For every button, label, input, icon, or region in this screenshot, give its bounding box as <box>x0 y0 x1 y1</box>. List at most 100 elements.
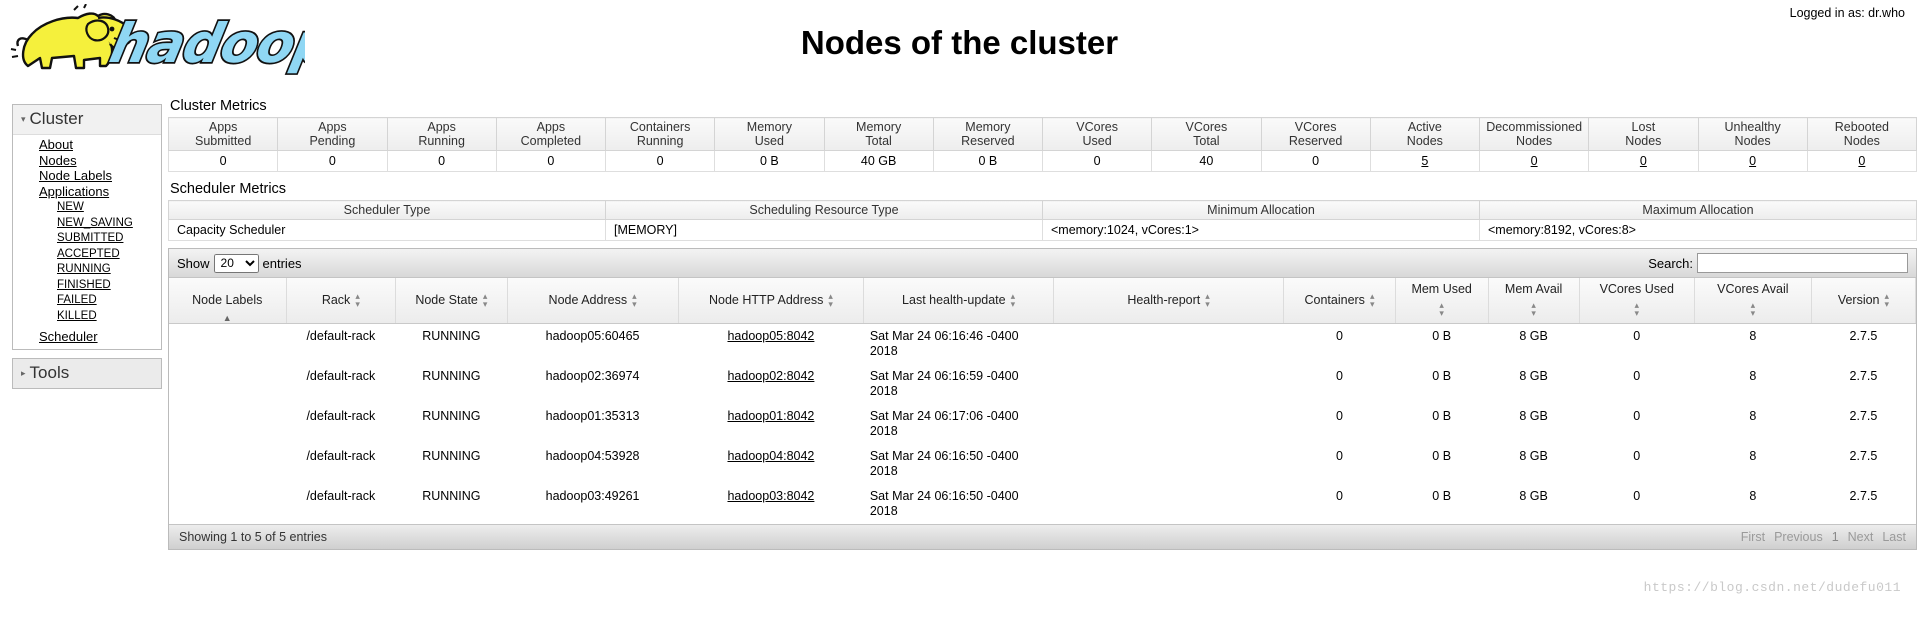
sidebar-cluster-header[interactable]: ▾ Cluster <box>13 105 161 135</box>
cell-vcores-avail: 8 <box>1749 409 1757 423</box>
nodes-column-header[interactable]: Containers ▴ ▾ <box>1283 278 1396 324</box>
sidebar-item-label[interactable]: Applications <box>39 184 109 199</box>
metric-link[interactable]: 0 <box>1858 154 1865 168</box>
sidebar-item-applications[interactable]: Applications NEW NEW_SAVING SUBMITTED AC… <box>39 184 161 324</box>
cell-version: 2.7.5 <box>1849 409 1878 423</box>
sidebar-subitem-label[interactable]: FAILED <box>57 294 97 306</box>
sidebar-cluster-list: About Nodes Node Labels Applications NEW <box>13 137 161 345</box>
sidebar-item-running[interactable]: RUNNING <box>57 261 161 277</box>
sort-ascending-icon: ▲ <box>222 313 232 323</box>
sidebar-subitem-label[interactable]: RUNNING <box>57 263 111 275</box>
sidebar-item-new-saving[interactable]: NEW_SAVING <box>57 215 161 231</box>
nodes-column-header[interactable]: ▲ Node Labels <box>169 278 287 324</box>
nodes-column-header[interactable]: Mem Avail ▴ ▾ <box>1488 278 1580 324</box>
sidebar-subitem-label[interactable]: NEW_SAVING <box>57 217 133 229</box>
metric-link[interactable]: 0 <box>1531 154 1538 168</box>
nodes-column-header[interactable]: Last health-update ▴ ▾ <box>863 278 1054 324</box>
cluster-metric-value: 0 B <box>714 150 825 172</box>
sidebar-subitem-label[interactable]: FINISHED <box>57 279 111 291</box>
sidebar-tools-header[interactable]: ▸ Tools <box>13 358 161 388</box>
cluster-metric-header: VCores Used <box>1041 117 1153 151</box>
sidebar-subitem-label[interactable]: ACCEPTED <box>57 248 120 260</box>
chevron-down-icon: ▾ <box>21 114 26 125</box>
pagination-first[interactable]: First <box>1741 530 1765 544</box>
node-http-address-link[interactable]: hadoop04:8042 <box>727 449 814 463</box>
pagination-next[interactable]: Next <box>1848 530 1874 544</box>
cell-node-address: hadoop05:60465 <box>545 329 640 343</box>
sidebar-item-new[interactable]: NEW <box>57 199 161 215</box>
cluster-metrics-value-row: 000000 B 40 GB 0 B 0 40 0 5 0 0 0 0 <box>167 150 1918 172</box>
login-info: Logged in as: dr.who <box>1789 6 1905 20</box>
nodes-column-header[interactable]: Node Address ▴ ▾ <box>507 278 679 324</box>
cell-node-labels <box>169 324 286 365</box>
nodes-column-header[interactable]: VCores Used ▴ ▾ <box>1579 278 1695 324</box>
column-header-label: Node HTTP Address <box>708 292 824 307</box>
metric-link[interactable]: 0 <box>1640 154 1647 168</box>
sidebar-item-scheduler[interactable]: Scheduler <box>39 329 161 345</box>
nodes-column-header[interactable]: Rack ▴ ▾ <box>286 278 397 324</box>
cell-last-health-update: Sat Mar 24 06:16:50 -0400 2018 <box>869 489 1019 518</box>
cell-node-http-address[interactable]: hadoop01:8042 <box>678 404 864 444</box>
cell-rack: /default-rack <box>306 409 376 423</box>
cell-node-http-address[interactable]: hadoop02:8042 <box>678 364 864 404</box>
metric-link[interactable]: 0 <box>1749 154 1756 168</box>
cluster-metric-header: Memory Reserved <box>932 117 1044 151</box>
sidebar-cluster-label: Cluster <box>29 109 84 128</box>
sidebar-item-submitted[interactable]: SUBMITTED <box>57 230 161 246</box>
pagination-previous[interactable]: Previous <box>1774 530 1823 544</box>
sort-arrows-icon: ▴ ▾ <box>1634 300 1639 318</box>
sidebar-item-label[interactable]: Scheduler <box>39 329 98 344</box>
cell-version: 2.7.5 <box>1849 449 1878 463</box>
sidebar-subitem-label[interactable]: NEW <box>57 201 84 213</box>
nodes-column-header[interactable]: Mem Used ▴ ▾ <box>1395 278 1489 324</box>
sidebar-subitem-label[interactable]: KILLED <box>57 310 97 322</box>
pagination-last[interactable]: Last <box>1882 530 1906 544</box>
nodes-header-row: ▲ Node Labels Rack ▴ ▾ Node State ▴ ▾ Node Addre… <box>169 278 1917 324</box>
sidebar-item-label[interactable]: Nodes <box>39 153 77 168</box>
cluster-metric-value: 40 <box>1151 150 1262 172</box>
scheduler-metrics-title: Scheduler Metrics <box>170 181 287 197</box>
sidebar-item-label[interactable]: Node Labels <box>39 168 112 183</box>
cell-node-address: hadoop03:49261 <box>545 489 640 503</box>
cluster-metrics-table: Apps Submitted Apps Pending Apps Running Apps C… <box>167 117 1918 172</box>
sort-arrows-icon: ▴ ▾ <box>1531 300 1536 318</box>
cell-vcores-used: 0 <box>1633 449 1641 463</box>
cell-node-http-address[interactable]: hadoop05:8042 <box>678 324 864 365</box>
cluster-metric-value[interactable]: 0 <box>1478 150 1590 172</box>
cluster-metric-value[interactable]: 0 <box>1588 150 1699 172</box>
sidebar: ▾ Cluster About Nodes Node Labels Applica… <box>12 104 162 397</box>
nodes-column-header[interactable]: Node HTTP Address ▴ ▾ <box>678 278 865 324</box>
search-input[interactable] <box>1697 253 1908 273</box>
cell-node-http-address[interactable]: hadoop03:8042 <box>678 484 864 524</box>
cell-vcores-avail: 8 <box>1749 489 1757 503</box>
cell-node-labels <box>169 404 286 444</box>
sidebar-item-accepted[interactable]: ACCEPTED <box>57 246 161 262</box>
sidebar-item-nodes[interactable]: Nodes <box>39 153 161 169</box>
sidebar-item-finished[interactable]: FINISHED <box>57 277 161 293</box>
cell-node-http-address[interactable]: hadoop04:8042 <box>678 444 864 484</box>
node-http-address-link[interactable]: hadoop01:8042 <box>727 409 814 423</box>
node-http-address-link[interactable]: hadoop02:8042 <box>727 369 814 383</box>
nodes-column-header[interactable]: Health-report ▴ ▾ <box>1053 278 1285 324</box>
sidebar-item-about[interactable]: About <box>39 137 161 153</box>
scheduler-metric-header: Scheduling Resource Type <box>605 200 1043 220</box>
nodes-column-header[interactable]: Version ▴ ▾ <box>1811 278 1917 324</box>
column-header-inner: Node State ▴ ▾ <box>415 291 487 308</box>
sidebar-item-failed[interactable]: FAILED <box>57 292 161 308</box>
nodes-column-header[interactable]: Node State ▴ ▾ <box>395 278 508 324</box>
metric-link[interactable]: 5 <box>1421 154 1428 168</box>
sidebar-subitem-label[interactable]: SUBMITTED <box>57 232 123 244</box>
nodes-column-header[interactable]: VCores Avail ▴ ▾ <box>1694 278 1812 324</box>
column-header-inner: Health-report ▴ ▾ <box>1127 291 1209 308</box>
sidebar-item-node-labels[interactable]: Node Labels <box>39 168 161 184</box>
page-length-select[interactable]: 20406080100 <box>213 253 259 273</box>
node-http-address-link[interactable]: hadoop03:8042 <box>727 489 814 503</box>
cluster-metric-value[interactable]: 0 <box>1806 150 1918 172</box>
sidebar-item-label[interactable]: About <box>39 137 73 152</box>
sidebar-item-killed[interactable]: KILLED <box>57 308 161 324</box>
cluster-metric-value[interactable]: 0 <box>1697 150 1808 172</box>
cluster-metric-value[interactable]: 5 <box>1369 150 1481 172</box>
node-http-address-link[interactable]: hadoop05:8042 <box>727 329 814 343</box>
sort-arrows-icon: ▴ ▾ <box>1439 300 1444 318</box>
pagination-page-1[interactable]: 1 <box>1832 530 1839 544</box>
